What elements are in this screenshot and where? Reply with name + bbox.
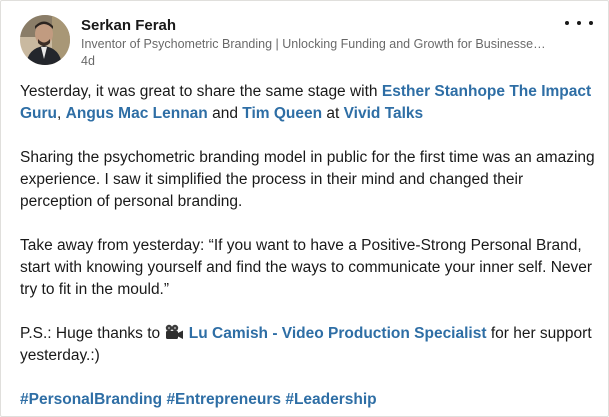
paragraph-stage: Yesterday, it was great to share the sam… (20, 81, 595, 125)
post-body: Yesterday, it was great to share the sam… (20, 81, 595, 411)
more-dot (577, 21, 581, 25)
author-avatar[interactable] (20, 15, 70, 65)
text-segment: at (322, 105, 344, 122)
feed-post: Serkan Ferah Inventor of Psychometric Br… (0, 0, 609, 417)
author-meta: Serkan Ferah Inventor of Psychometric Br… (81, 15, 581, 69)
mention-lu-camish[interactable]: Lu Camish - Video Production Specialist (189, 325, 487, 342)
movie-camera-icon (164, 324, 184, 340)
hashtag-personal-branding[interactable]: #PersonalBranding (20, 391, 162, 408)
mention-vivid-talks[interactable]: Vivid Talks (344, 105, 424, 122)
author-name[interactable]: Serkan Ferah (81, 16, 176, 36)
more-dot (565, 21, 569, 25)
hashtag-leadership[interactable]: #Leadership (285, 391, 376, 408)
more-options-button[interactable] (565, 15, 593, 31)
paragraph-thanks: P.S.: Huge thanks to Lu Camish - Video P… (20, 323, 595, 367)
more-dot (589, 21, 593, 25)
author-headline: Inventor of Psychometric Branding | Unlo… (81, 37, 546, 51)
mention-angus-mac-lennan[interactable]: Angus Mac Lennan (66, 105, 208, 122)
text-segment: and (207, 105, 243, 122)
text-segment: Yesterday, it was great to share the sam… (20, 83, 382, 100)
text-segment: P.S.: Huge thanks to (20, 325, 165, 342)
hashtag-entrepreneurs[interactable]: #Entrepreneurs (166, 391, 281, 408)
paragraph-model: Sharing the psychometric branding model … (20, 149, 595, 210)
post-timestamp: 4d (81, 54, 95, 68)
post-header: Serkan Ferah Inventor of Psychometric Br… (20, 15, 595, 71)
hashtags: #PersonalBranding #Entrepreneurs #Leader… (20, 389, 595, 411)
mention-tim-queen[interactable]: Tim Queen (242, 105, 322, 122)
text-segment: , (57, 105, 66, 122)
paragraph-takeaway: Take away from yesterday: “If you want t… (20, 237, 593, 298)
person-photo-icon (20, 15, 70, 65)
